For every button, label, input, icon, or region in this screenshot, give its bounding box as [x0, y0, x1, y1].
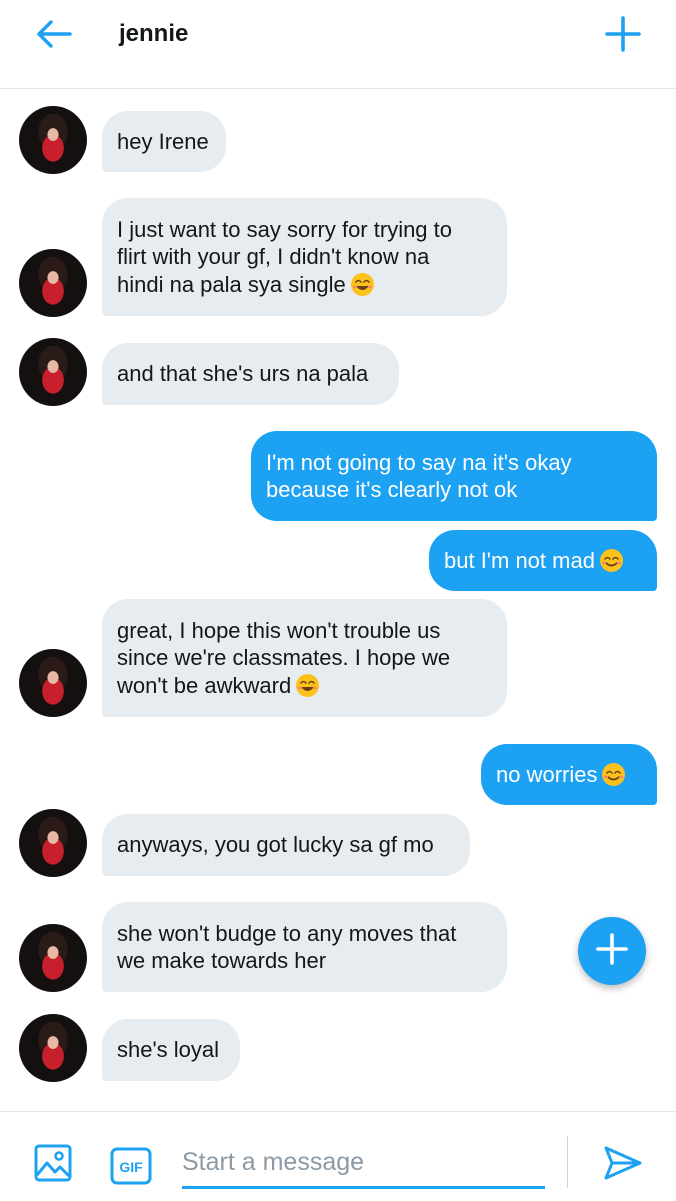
message-text: great, I hope this won't trouble us sinc… — [117, 617, 451, 698]
message-body: great, I hope this won't trouble us sinc… — [117, 617, 450, 700]
avatar[interactable] — [19, 809, 87, 877]
gif-label: GIF — [119, 1159, 143, 1175]
message-text: but I'm not mad — [444, 547, 595, 573]
message-text: anyways, you got lucky sa gf mo — [117, 832, 434, 858]
message-input-wrapper — [182, 1142, 545, 1189]
smiling-emoji-icon — [599, 548, 624, 573]
plus-icon — [595, 932, 629, 971]
plus-icon — [605, 15, 641, 57]
add-gif-button[interactable]: GIF — [108, 1143, 154, 1189]
message-bubble[interactable]: great, I hope this won't trouble us sinc… — [102, 599, 507, 717]
message-body: I just want to say sorry for trying to f… — [117, 216, 452, 299]
image-icon — [33, 1143, 73, 1188]
message-text: I'm not going to say na it's okay becaus… — [266, 449, 572, 503]
compose-fab-button[interactable] — [578, 917, 646, 985]
conversation-header: jennie — [0, 0, 676, 89]
avatar[interactable] — [19, 106, 87, 174]
avatar[interactable] — [19, 338, 87, 406]
avatar[interactable] — [19, 1014, 87, 1082]
message-input[interactable] — [182, 1142, 545, 1182]
composer-divider — [567, 1136, 568, 1188]
message-text: I just want to say sorry for trying to f… — [117, 216, 453, 297]
new-message-button[interactable] — [598, 12, 648, 60]
message-bubble[interactable]: no worries — [481, 744, 657, 805]
add-image-button[interactable] — [30, 1142, 76, 1188]
message-bubble[interactable]: anyways, you got lucky sa gf mo — [102, 814, 470, 876]
message-text: she's loyal — [117, 1037, 220, 1063]
message-body: but I'm not mad — [444, 547, 624, 575]
conversation-title[interactable]: jennie — [119, 20, 188, 48]
avatar[interactable] — [19, 249, 87, 317]
send-button[interactable] — [599, 1142, 647, 1188]
message-bubble[interactable]: she's loyal — [102, 1019, 240, 1081]
avatar[interactable] — [19, 649, 87, 717]
message-text: hey Irene — [117, 128, 209, 154]
message-bubble[interactable]: she won't budge to any moves that we mak… — [102, 902, 507, 992]
message-text: and that she's urs na pala — [117, 361, 369, 387]
smiling-emoji-icon — [295, 673, 320, 698]
avatar[interactable] — [19, 924, 87, 992]
gif-icon: GIF — [110, 1147, 152, 1185]
message-bubble[interactable]: I'm not going to say na it's okay becaus… — [251, 431, 657, 521]
send-icon — [603, 1145, 643, 1186]
smiling-emoji-icon — [601, 762, 626, 787]
smiling-emoji-icon — [350, 272, 375, 297]
message-bubble[interactable]: and that she's urs na pala — [102, 343, 399, 405]
message-text: no worries — [496, 761, 598, 787]
message-body: no worries — [496, 761, 626, 789]
arrow-left-icon — [36, 19, 72, 53]
message-text: she won't budge to any moves that we mak… — [117, 920, 457, 974]
message-composer: GIF — [0, 1111, 676, 1201]
back-button[interactable] — [30, 14, 78, 58]
message-bubble[interactable]: I just want to say sorry for trying to f… — [102, 198, 507, 316]
message-bubble[interactable]: but I'm not mad — [429, 530, 657, 591]
message-bubble[interactable]: hey Irene — [102, 111, 226, 172]
